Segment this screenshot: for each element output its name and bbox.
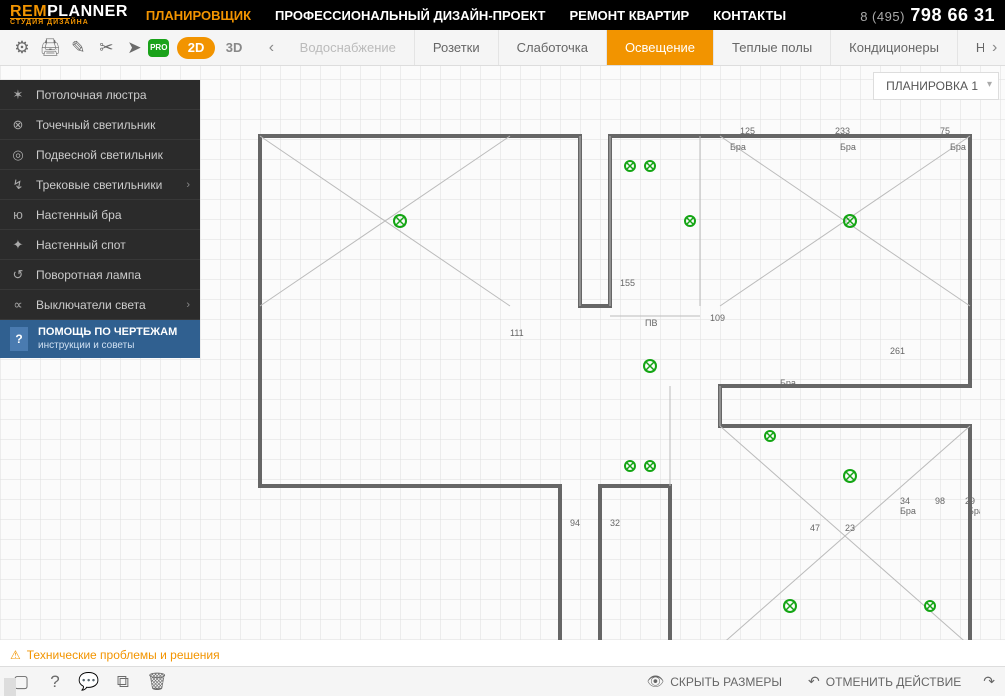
tab-lighting[interactable]: Освещение [606, 30, 713, 65]
svg-text:94: 94 [570, 518, 580, 528]
tab-lowcurrent[interactable]: Слаботочка [498, 30, 606, 65]
floor-plan: 125 233 75 155 111 109 261 94 32 47 23 3… [250, 126, 980, 640]
tool-label: Поворотная лампа [36, 268, 141, 282]
help-icon: ? [10, 327, 28, 351]
footer-bar: ▢ ? 💬 ⧉ 🗑 👁 СКРЫТЬ РАЗМЕРЫ ↶ ОТМЕНИТЬ ДЕ… [0, 666, 1005, 696]
tool-label: Выключатели света [36, 298, 146, 312]
layout-selector[interactable]: ПЛАНИРОВКА 1 [873, 72, 999, 100]
undo-label: ОТМЕНИТЬ ДЕЙСТВИЕ [826, 675, 961, 689]
svg-text:109: 109 [710, 313, 725, 323]
svg-text:111: 111 [510, 328, 524, 338]
svg-text:29: 29 [965, 496, 975, 506]
tab-water[interactable]: Водоснабжение [282, 30, 414, 65]
tool-wall-sconce[interactable]: ю Настенный бра [0, 200, 200, 230]
pro-badge[interactable]: PRO [148, 39, 169, 57]
tool-label: Потолочная люстра [36, 88, 147, 102]
tool-label: Трековые светильники [36, 178, 162, 192]
settings-icon[interactable]: ⚙ [8, 33, 36, 63]
redo-icon: ↷ [983, 673, 995, 690]
run-icon[interactable]: ➤ [120, 33, 148, 63]
tabs-scroll-left-icon[interactable]: ‹ [261, 39, 282, 57]
top-bar: REMPLANNER СТУДИЯ ДИЗАЙНА ПЛАНИРОВЩИК ПР… [0, 0, 1005, 30]
logo[interactable]: REMPLANNER СТУДИЯ ДИЗАЙНА [10, 4, 128, 26]
svg-text:Бра: Бра [730, 142, 746, 152]
undo-icon: ↶ [808, 673, 820, 690]
tool-swing-lamp[interactable]: ↺ Поворотная лампа [0, 260, 200, 290]
layer-tabs: Водоснабжение Розетки Слаботочка Освещен… [282, 30, 985, 65]
tool-spot-light[interactable]: ⊗ Точечный светильник [0, 110, 200, 140]
top-nav: ПЛАНИРОВЩИК ПРОФЕССИОНАЛЬНЫЙ ДИЗАЙН-ПРОЕ… [146, 8, 860, 23]
undo-button[interactable]: ↶ ОТМЕНИТЬ ДЕЙСТВИЕ [800, 670, 969, 694]
tool-track-lights[interactable]: ↯ Трековые светильники › [0, 170, 200, 200]
svg-text:23: 23 [845, 523, 855, 533]
print-icon[interactable]: 🖨 [36, 33, 64, 63]
tabs-scroll-right-icon[interactable]: › [984, 39, 1005, 57]
wallspot-icon: ✦ [10, 237, 26, 253]
svg-text:47: 47 [810, 523, 820, 533]
phone-number[interactable]: 8 (495) 798 66 31 [860, 5, 995, 26]
phone-prefix: 8 (495) [860, 9, 905, 24]
chandelier-icon: ✶ [10, 87, 26, 103]
hide-sizes-label: СКРЫТЬ РАЗМЕРЫ [670, 675, 782, 689]
tool-wall-spot[interactable]: ✦ Настенный спот [0, 230, 200, 260]
tab-floor[interactable]: Напол [957, 30, 984, 65]
tab-aircon[interactable]: Кондиционеры [830, 30, 957, 65]
view-2d[interactable]: 2D [177, 37, 215, 59]
toolbar: ⚙ 🖨 ✎ ✂ ➤ PRO 2D 3D ‹ Водоснабжение Розе… [0, 30, 1005, 66]
copy-icon[interactable]: ⧉ [108, 667, 138, 697]
pendant-icon: ◎ [10, 147, 26, 163]
dim-label: 125 [740, 126, 755, 136]
svg-text:98: 98 [935, 496, 945, 506]
tech-issues-link[interactable]: Технические проблемы и решения [10, 648, 220, 662]
svg-text:Бра: Бра [950, 142, 966, 152]
spot-icon: ⊗ [10, 117, 26, 133]
switch-icon: ∝ [10, 297, 26, 313]
svg-text:Бра: Бра [840, 142, 856, 152]
svg-text:261: 261 [890, 346, 905, 356]
view-toggle: 2D 3D [177, 37, 253, 59]
svg-text:34: 34 [900, 496, 910, 506]
nav-repair[interactable]: РЕМОНТ КВАРТИР [569, 8, 689, 23]
help-title: ПОМОЩЬ ПО ЧЕРТЕЖАМ [38, 326, 177, 339]
tool-label: Настенный спот [36, 238, 126, 252]
help-sub: инструкции и советы [38, 340, 177, 352]
view-3d[interactable]: 3D [215, 37, 253, 59]
chevron-right-icon: › [186, 299, 190, 311]
logo-sub: СТУДИЯ ДИЗАЙНА [10, 18, 70, 26]
redo-button[interactable]: ↷ [979, 670, 999, 694]
sconce-icon: ю [10, 207, 26, 222]
tab-warmfloor[interactable]: Теплые полы [713, 30, 830, 65]
tool-label: Подвесной светильник [36, 148, 163, 162]
nav-planner[interactable]: ПЛАНИРОВЩИК [146, 8, 251, 23]
phone-main: 798 66 31 [910, 5, 995, 25]
tool-label: Точечный светильник [36, 118, 155, 132]
nav-contacts[interactable]: КОНТАКТЫ [713, 8, 786, 23]
dim-label: 233 [835, 126, 850, 136]
delete-icon[interactable]: 🗑 [142, 667, 172, 697]
svg-text:ПВ: ПВ [645, 318, 657, 328]
tab-sockets[interactable]: Розетки [414, 30, 498, 65]
svg-text:Бра: Бра [900, 506, 916, 516]
eye-off-icon: 👁 [646, 673, 664, 690]
tools-icon[interactable]: ✂ [92, 33, 120, 63]
hide-sizes-button[interactable]: 👁 СКРЫТЬ РАЗМЕРЫ [638, 670, 790, 694]
svg-text:Бра: Бра [780, 378, 796, 388]
help-icon[interactable]: ? [40, 667, 70, 697]
dim-label: 75 [940, 126, 950, 136]
lighting-tools-panel: ✶ Потолочная люстра ⊗ Точечный светильни… [0, 80, 200, 358]
swinglamp-icon: ↺ [10, 267, 26, 283]
tool-pendant-light[interactable]: ◎ Подвесной светильник [0, 140, 200, 170]
tool-ceiling-chandelier[interactable]: ✶ Потолочная люстра [0, 80, 200, 110]
chat-icon[interactable]: 💬 [74, 667, 104, 697]
track-icon: ↯ [10, 177, 26, 193]
svg-text:155: 155 [620, 278, 635, 288]
help-drawings[interactable]: ? ПОМОЩЬ ПО ЧЕРТЕЖАМ инструкции и советы [0, 320, 200, 358]
svg-text:32: 32 [610, 518, 620, 528]
nav-pro-project[interactable]: ПРОФЕССИОНАЛЬНЫЙ ДИЗАЙН-ПРОЕКТ [275, 8, 545, 23]
chevron-right-icon: › [186, 179, 190, 191]
edit-icon[interactable]: ✎ [64, 33, 92, 63]
tool-light-switches[interactable]: ∝ Выключатели света › [0, 290, 200, 320]
tool-label: Настенный бра [36, 208, 122, 222]
svg-text:Бра: Бра [968, 506, 980, 516]
